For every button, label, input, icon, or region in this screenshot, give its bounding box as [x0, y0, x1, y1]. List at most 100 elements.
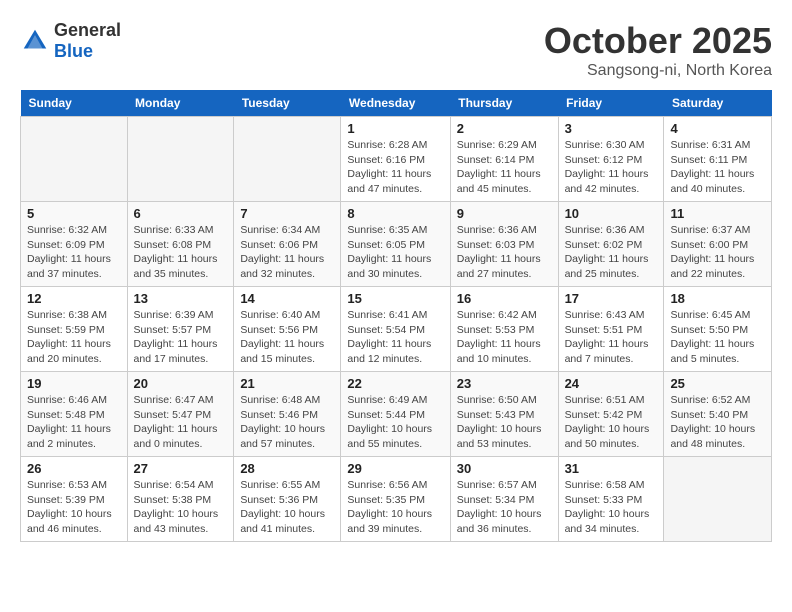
- calendar-cell: 12 Sunrise: 6:38 AM Sunset: 5:59 PM Dayli…: [21, 287, 128, 372]
- logo-blue-text: Blue: [54, 41, 93, 61]
- day-detail: Sunrise: 6:49 AM Sunset: 5:44 PM Dayligh…: [347, 393, 443, 452]
- calendar-cell: 5 Sunrise: 6:32 AM Sunset: 6:09 PM Daylig…: [21, 202, 128, 287]
- day-detail: Sunrise: 6:55 AM Sunset: 5:36 PM Dayligh…: [240, 478, 334, 537]
- day-detail: Sunrise: 6:34 AM Sunset: 6:06 PM Dayligh…: [240, 223, 334, 282]
- weekday-header-saturday: Saturday: [664, 90, 772, 117]
- day-number: 7: [240, 206, 334, 221]
- calendar-cell: [664, 457, 772, 542]
- day-number: 5: [27, 206, 121, 221]
- calendar-cell: 21 Sunrise: 6:48 AM Sunset: 5:46 PM Dayli…: [234, 372, 341, 457]
- calendar-cell: 20 Sunrise: 6:47 AM Sunset: 5:47 PM Dayli…: [127, 372, 234, 457]
- day-detail: Sunrise: 6:32 AM Sunset: 6:09 PM Dayligh…: [27, 223, 121, 282]
- calendar-cell: 6 Sunrise: 6:33 AM Sunset: 6:08 PM Daylig…: [127, 202, 234, 287]
- calendar-cell: 15Sunrise: 6:41 AM Sunset: 5:54 PM Dayli…: [341, 287, 450, 372]
- day-detail: Sunrise: 6:45 AM Sunset: 5:50 PM Dayligh…: [670, 308, 765, 367]
- day-detail: Sunrise: 6:43 AM Sunset: 5:51 PM Dayligh…: [565, 308, 658, 367]
- calendar-week-row-1: 1 Sunrise: 6:28 AM Sunset: 6:16 PM Daylig…: [21, 117, 772, 202]
- day-detail: Sunrise: 6:46 AM Sunset: 5:48 PM Dayligh…: [27, 393, 121, 452]
- title-block: October 2025 Sangsong-ni, North Korea: [544, 20, 772, 80]
- day-number: 16: [457, 291, 552, 306]
- day-number: 21: [240, 376, 334, 391]
- day-number: 2: [457, 121, 552, 136]
- day-detail: Sunrise: 6:37 AM Sunset: 6:00 PM Dayligh…: [670, 223, 765, 282]
- day-number: 20: [134, 376, 228, 391]
- calendar-cell: [21, 117, 128, 202]
- day-detail: Sunrise: 6:36 AM Sunset: 6:03 PM Dayligh…: [457, 223, 552, 282]
- day-detail: Sunrise: 6:54 AM Sunset: 5:38 PM Dayligh…: [134, 478, 228, 537]
- calendar-cell: 29Sunrise: 6:56 AM Sunset: 5:35 PM Dayli…: [341, 457, 450, 542]
- calendar-cell: 13 Sunrise: 6:39 AM Sunset: 5:57 PM Dayli…: [127, 287, 234, 372]
- month-title: October 2025: [544, 20, 772, 62]
- day-number: 27: [134, 461, 228, 476]
- calendar-cell: 23 Sunrise: 6:50 AM Sunset: 5:43 PM Dayli…: [450, 372, 558, 457]
- day-detail: Sunrise: 6:57 AM Sunset: 5:34 PM Dayligh…: [457, 478, 552, 537]
- calendar-cell: [234, 117, 341, 202]
- day-detail: Sunrise: 6:39 AM Sunset: 5:57 PM Dayligh…: [134, 308, 228, 367]
- calendar-week-row-3: 12 Sunrise: 6:38 AM Sunset: 5:59 PM Dayli…: [21, 287, 772, 372]
- day-number: 24: [565, 376, 658, 391]
- calendar-header-row: SundayMondayTuesdayWednesdayThursdayFrid…: [21, 90, 772, 117]
- day-detail: Sunrise: 6:58 AM Sunset: 5:33 PM Dayligh…: [565, 478, 658, 537]
- calendar-cell: 31Sunrise: 6:58 AM Sunset: 5:33 PM Dayli…: [558, 457, 664, 542]
- day-number: 14: [240, 291, 334, 306]
- calendar-table: SundayMondayTuesdayWednesdayThursdayFrid…: [20, 90, 772, 542]
- calendar-cell: 10 Sunrise: 6:36 AM Sunset: 6:02 PM Dayli…: [558, 202, 664, 287]
- calendar-cell: 11Sunrise: 6:37 AM Sunset: 6:00 PM Dayli…: [664, 202, 772, 287]
- day-detail: Sunrise: 6:33 AM Sunset: 6:08 PM Dayligh…: [134, 223, 228, 282]
- day-detail: Sunrise: 6:40 AM Sunset: 5:56 PM Dayligh…: [240, 308, 334, 367]
- day-detail: Sunrise: 6:35 AM Sunset: 6:05 PM Dayligh…: [347, 223, 443, 282]
- day-number: 25: [670, 376, 765, 391]
- calendar-cell: 3 Sunrise: 6:30 AM Sunset: 6:12 PM Daylig…: [558, 117, 664, 202]
- logo-icon: [20, 26, 50, 56]
- day-detail: Sunrise: 6:47 AM Sunset: 5:47 PM Dayligh…: [134, 393, 228, 452]
- calendar-cell: 30 Sunrise: 6:57 AM Sunset: 5:34 PM Dayli…: [450, 457, 558, 542]
- logo-general-text: General: [54, 20, 121, 40]
- day-detail: Sunrise: 6:36 AM Sunset: 6:02 PM Dayligh…: [565, 223, 658, 282]
- day-number: 1: [347, 121, 443, 136]
- day-detail: Sunrise: 6:52 AM Sunset: 5:40 PM Dayligh…: [670, 393, 765, 452]
- day-number: 19: [27, 376, 121, 391]
- weekday-header-monday: Monday: [127, 90, 234, 117]
- day-number: 17: [565, 291, 658, 306]
- calendar-cell: 9Sunrise: 6:36 AM Sunset: 6:03 PM Daylig…: [450, 202, 558, 287]
- calendar-cell: 25 Sunrise: 6:52 AM Sunset: 5:40 PM Dayli…: [664, 372, 772, 457]
- weekday-header-thursday: Thursday: [450, 90, 558, 117]
- day-detail: Sunrise: 6:30 AM Sunset: 6:12 PM Dayligh…: [565, 138, 658, 197]
- day-number: 15: [347, 291, 443, 306]
- day-detail: Sunrise: 6:29 AM Sunset: 6:14 PM Dayligh…: [457, 138, 552, 197]
- day-number: 22: [347, 376, 443, 391]
- day-number: 13: [134, 291, 228, 306]
- day-detail: Sunrise: 6:31 AM Sunset: 6:11 PM Dayligh…: [670, 138, 765, 197]
- day-number: 3: [565, 121, 658, 136]
- day-detail: Sunrise: 6:51 AM Sunset: 5:42 PM Dayligh…: [565, 393, 658, 452]
- calendar-cell: 2 Sunrise: 6:29 AM Sunset: 6:14 PM Daylig…: [450, 117, 558, 202]
- calendar-cell: 1 Sunrise: 6:28 AM Sunset: 6:16 PM Daylig…: [341, 117, 450, 202]
- calendar-cell: 24 Sunrise: 6:51 AM Sunset: 5:42 PM Dayli…: [558, 372, 664, 457]
- day-number: 10: [565, 206, 658, 221]
- calendar-cell: 19 Sunrise: 6:46 AM Sunset: 5:48 PM Dayli…: [21, 372, 128, 457]
- day-number: 8: [347, 206, 443, 221]
- calendar-cell: [127, 117, 234, 202]
- day-detail: Sunrise: 6:38 AM Sunset: 5:59 PM Dayligh…: [27, 308, 121, 367]
- day-detail: Sunrise: 6:50 AM Sunset: 5:43 PM Dayligh…: [457, 393, 552, 452]
- calendar-cell: 17 Sunrise: 6:43 AM Sunset: 5:51 PM Dayli…: [558, 287, 664, 372]
- page-header: General Blue October 2025 Sangsong-ni, N…: [20, 20, 772, 80]
- calendar-cell: 16Sunrise: 6:42 AM Sunset: 5:53 PM Dayli…: [450, 287, 558, 372]
- calendar-cell: 18Sunrise: 6:45 AM Sunset: 5:50 PM Dayli…: [664, 287, 772, 372]
- weekday-header-sunday: Sunday: [21, 90, 128, 117]
- location-title: Sangsong-ni, North Korea: [544, 62, 772, 80]
- day-number: 23: [457, 376, 552, 391]
- calendar-week-row-5: 26Sunrise: 6:53 AM Sunset: 5:39 PM Dayli…: [21, 457, 772, 542]
- day-number: 12: [27, 291, 121, 306]
- weekday-header-tuesday: Tuesday: [234, 90, 341, 117]
- calendar-cell: 14 Sunrise: 6:40 AM Sunset: 5:56 PM Dayli…: [234, 287, 341, 372]
- calendar-week-row-4: 19 Sunrise: 6:46 AM Sunset: 5:48 PM Dayli…: [21, 372, 772, 457]
- day-number: 28: [240, 461, 334, 476]
- day-number: 6: [134, 206, 228, 221]
- day-detail: Sunrise: 6:48 AM Sunset: 5:46 PM Dayligh…: [240, 393, 334, 452]
- weekday-header-wednesday: Wednesday: [341, 90, 450, 117]
- day-number: 30: [457, 461, 552, 476]
- calendar-cell: 7 Sunrise: 6:34 AM Sunset: 6:06 PM Daylig…: [234, 202, 341, 287]
- day-detail: Sunrise: 6:56 AM Sunset: 5:35 PM Dayligh…: [347, 478, 443, 537]
- day-detail: Sunrise: 6:28 AM Sunset: 6:16 PM Dayligh…: [347, 138, 443, 197]
